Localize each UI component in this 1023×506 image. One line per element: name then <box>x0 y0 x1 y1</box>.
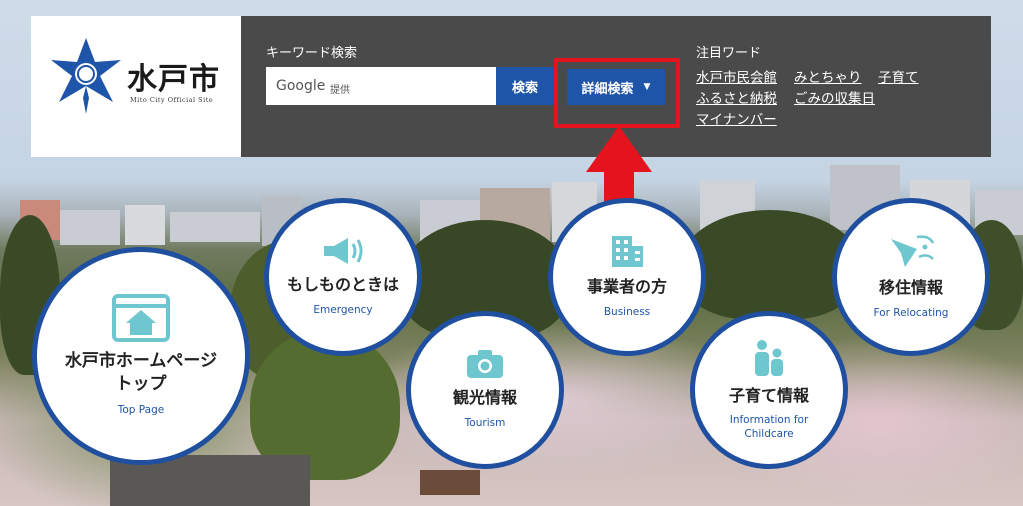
mito-emblem-icon <box>51 38 121 114</box>
nav-emergency-title: もしものときは <box>286 275 399 295</box>
hot-link-furusato-tax[interactable]: ふるさと納税 <box>696 87 777 107</box>
megaphone-icon <box>324 238 363 265</box>
nav-childcare-title: 子育て情報 <box>728 385 809 405</box>
nav-relocating-title: 移住情報 <box>878 278 943 298</box>
search-input[interactable]: Google 提供 <box>266 67 496 105</box>
nav-childcare-sub-2: Childcare <box>744 427 794 440</box>
caret-down-icon: ▼ <box>643 82 651 92</box>
nav-childcare-sub-1: Information for <box>729 414 809 427</box>
advanced-search-label: 詳細検索 <box>581 81 634 97</box>
keyword-search-label: キーワード検索 <box>266 46 358 61</box>
paper-plane-icon <box>891 235 935 268</box>
nav-tourism-sub: Tourism <box>464 416 506 429</box>
nav-top-title-2: トップ <box>115 374 167 395</box>
nav-emergency[interactable]: もしものときは Emergency <box>264 198 422 356</box>
nav-top-page[interactable]: 水戸市ホームページ トップ Top Page <box>32 247 250 465</box>
nav-childcare[interactable]: 子育て情報 Information for Childcare <box>690 311 848 469</box>
hot-link-mitochari[interactable]: みとちゃり <box>794 66 862 86</box>
site-title: 水戸市 <box>127 62 220 97</box>
hot-link-garbage[interactable]: ごみの収集日 <box>794 87 875 107</box>
nav-relocating-sub: For Relocating <box>873 306 949 319</box>
nav-tourism[interactable]: 観光情報 Tourism <box>406 311 564 469</box>
google-logo-text: Google <box>276 78 326 94</box>
hot-words-label: 注目ワード <box>696 46 762 61</box>
hot-link-childcare[interactable]: 子育て <box>878 66 919 86</box>
advanced-search-button[interactable]: 詳細検索 ▼ <box>567 69 665 105</box>
logo-area[interactable]: 水戸市 Mito City Official Site <box>31 16 241 157</box>
nav-business-sub: Business <box>603 305 651 318</box>
nav-emergency-sub: Emergency <box>313 303 373 316</box>
site-subtitle: Mito City Official Site <box>130 96 214 104</box>
google-provided-text: 提供 <box>330 85 350 96</box>
building-icon <box>612 236 643 268</box>
nav-top-sub: Top Page <box>117 404 165 417</box>
search-button[interactable]: 検索 <box>496 67 554 105</box>
hot-link-civic-hall[interactable]: 水戸市民会館 <box>696 66 777 86</box>
nav-tourism-title: 観光情報 <box>452 388 517 408</box>
nav-business[interactable]: 事業者の方 Business <box>548 198 706 356</box>
hot-link-mynumber[interactable]: マイナンバー <box>696 108 777 128</box>
nav-relocating[interactable]: 移住情報 For Relocating <box>832 198 990 356</box>
home-icon <box>112 294 170 343</box>
nav-business-title: 事業者の方 <box>586 277 667 297</box>
nav-top-title-1: 水戸市ホームページ <box>64 351 218 372</box>
family-icon <box>755 339 783 376</box>
camera-icon <box>467 350 503 379</box>
